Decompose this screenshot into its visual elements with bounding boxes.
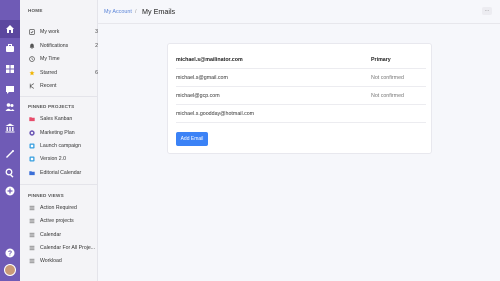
email-row[interactable]: michael@gcp.com Not confirmed — [176, 87, 426, 105]
briefcase-icon[interactable] — [4, 42, 16, 54]
board-icon[interactable] — [4, 63, 16, 75]
pinned-views-title: PINNED VIEWS — [28, 193, 64, 198]
more-icon: ··· — [484, 8, 490, 14]
add-email-button[interactable]: Add Email — [176, 132, 208, 146]
sidebar-view-active-projects[interactable]: Active projects — [28, 216, 98, 226]
sidebar-item-label: Active projects — [40, 218, 74, 224]
help-icon[interactable]: ? — [4, 247, 16, 259]
sidebar-item-label: Sales Kanban — [40, 116, 73, 122]
sidebar-item-label: Version 2.0 — [40, 156, 66, 162]
email-status: Primary — [371, 57, 391, 63]
count-badge: 3 — [95, 29, 98, 35]
view-icon — [28, 245, 35, 252]
view-icon — [28, 232, 35, 239]
more-menu-button[interactable]: ··· — [482, 7, 492, 15]
sidebar-view-calendar-all-projects[interactable]: Calendar For All Proje... — [28, 243, 98, 253]
email-row[interactable]: michael.s@gmail.com Not confirmed — [176, 69, 426, 87]
sidebar-item-label: My Time — [40, 56, 60, 62]
sidebar: HOME My work 3 Notifications 2 My Time S… — [20, 0, 98, 281]
version-icon — [28, 156, 35, 163]
sidebar-project-version-2[interactable]: Version 2.0 — [28, 154, 98, 164]
people-icon[interactable] — [4, 101, 16, 113]
email-status: Not confirmed — [371, 75, 404, 81]
sidebar-item-label: Editorial Calendar — [40, 170, 82, 176]
chat-icon[interactable] — [4, 84, 16, 96]
email-address: michael.s@gmail.com — [176, 75, 228, 81]
sidebar-item-label: Calendar — [40, 232, 62, 238]
view-icon — [28, 258, 35, 265]
emails-card: michael.s@mailinator.com Primary michael… — [167, 43, 432, 154]
sidebar-view-workload[interactable]: Workload — [28, 256, 98, 266]
folder-icon — [28, 170, 35, 177]
sidebar-item-label: Launch campaign — [40, 143, 81, 149]
view-icon — [28, 218, 35, 225]
checkbox-icon — [28, 29, 35, 36]
sidebar-project-editorial-calendar[interactable]: Editorial Calendar — [28, 168, 98, 178]
building-icon[interactable] — [4, 122, 16, 134]
user-avatar[interactable] — [4, 264, 16, 276]
sidebar-item-notifications[interactable]: Notifications 2 — [28, 41, 98, 51]
add-icon[interactable] — [4, 185, 16, 197]
pinned-projects-title: PINNED PROJECTS — [28, 104, 75, 109]
home-icon[interactable] — [0, 20, 20, 38]
sidebar-item-label: Action Required — [40, 205, 77, 211]
count-badge: 2 — [95, 43, 98, 49]
page-title: My Emails — [142, 7, 176, 16]
page-header: My Account / My Emails ··· — [98, 0, 500, 24]
sidebar-project-marketing-plan[interactable]: Marketing Plan — [28, 128, 98, 138]
sidebar-divider — [20, 184, 98, 185]
email-row[interactable]: michael.s.goodday@hotmail.com — [176, 105, 426, 123]
sidebar-item-my-work[interactable]: My work 3 — [28, 27, 98, 37]
sidebar-item-label: Recent — [40, 83, 57, 89]
svg-text:?: ? — [8, 251, 12, 258]
sidebar-item-label: Calendar For All Proje... — [40, 245, 96, 251]
breadcrumb-separator: / — [135, 9, 137, 15]
app-rail: ? — [0, 0, 20, 281]
sidebar-view-calendar[interactable]: Calendar — [28, 230, 98, 240]
star-icon — [28, 70, 35, 77]
sidebar-item-label: Starred — [40, 70, 58, 76]
sidebar-item-label: My work — [40, 29, 60, 35]
email-address: michael@gcp.com — [176, 93, 220, 99]
sidebar-item-recent[interactable]: Recent — [28, 81, 98, 91]
clock-icon — [28, 56, 35, 63]
sidebar-item-starred[interactable]: Starred 6 — [28, 68, 98, 78]
search-icon[interactable] — [4, 167, 16, 179]
sidebar-item-label: Workload — [40, 258, 62, 264]
email-address: michael.s@mailinator.com — [176, 57, 243, 63]
email-row-primary[interactable]: michael.s@mailinator.com Primary — [176, 51, 426, 69]
sidebar-project-sales-kanban[interactable]: Sales Kanban — [28, 114, 98, 124]
sidebar-divider — [20, 96, 98, 97]
email-status: Not confirmed — [371, 93, 404, 99]
sidebar-item-label: Marketing Plan — [40, 130, 75, 136]
home-section-title: HOME — [28, 8, 43, 13]
breadcrumb-my-account[interactable]: My Account — [104, 9, 132, 15]
magic-wand-icon[interactable] — [4, 148, 16, 160]
view-icon — [28, 205, 35, 212]
bell-icon — [28, 43, 35, 50]
sidebar-view-action-required[interactable]: Action Required — [28, 203, 98, 213]
email-address: michael.s.goodday@hotmail.com — [176, 111, 255, 117]
marketing-icon — [28, 130, 35, 137]
sidebar-item-my-time[interactable]: My Time — [28, 54, 98, 64]
sidebar-item-label: Notifications — [40, 43, 69, 49]
folder-icon — [28, 116, 35, 123]
count-badge: 6 — [95, 70, 98, 76]
sidebar-project-launch-campaign[interactable]: Launch campaign — [28, 141, 98, 151]
recent-icon — [28, 83, 35, 90]
launch-icon — [28, 143, 35, 150]
